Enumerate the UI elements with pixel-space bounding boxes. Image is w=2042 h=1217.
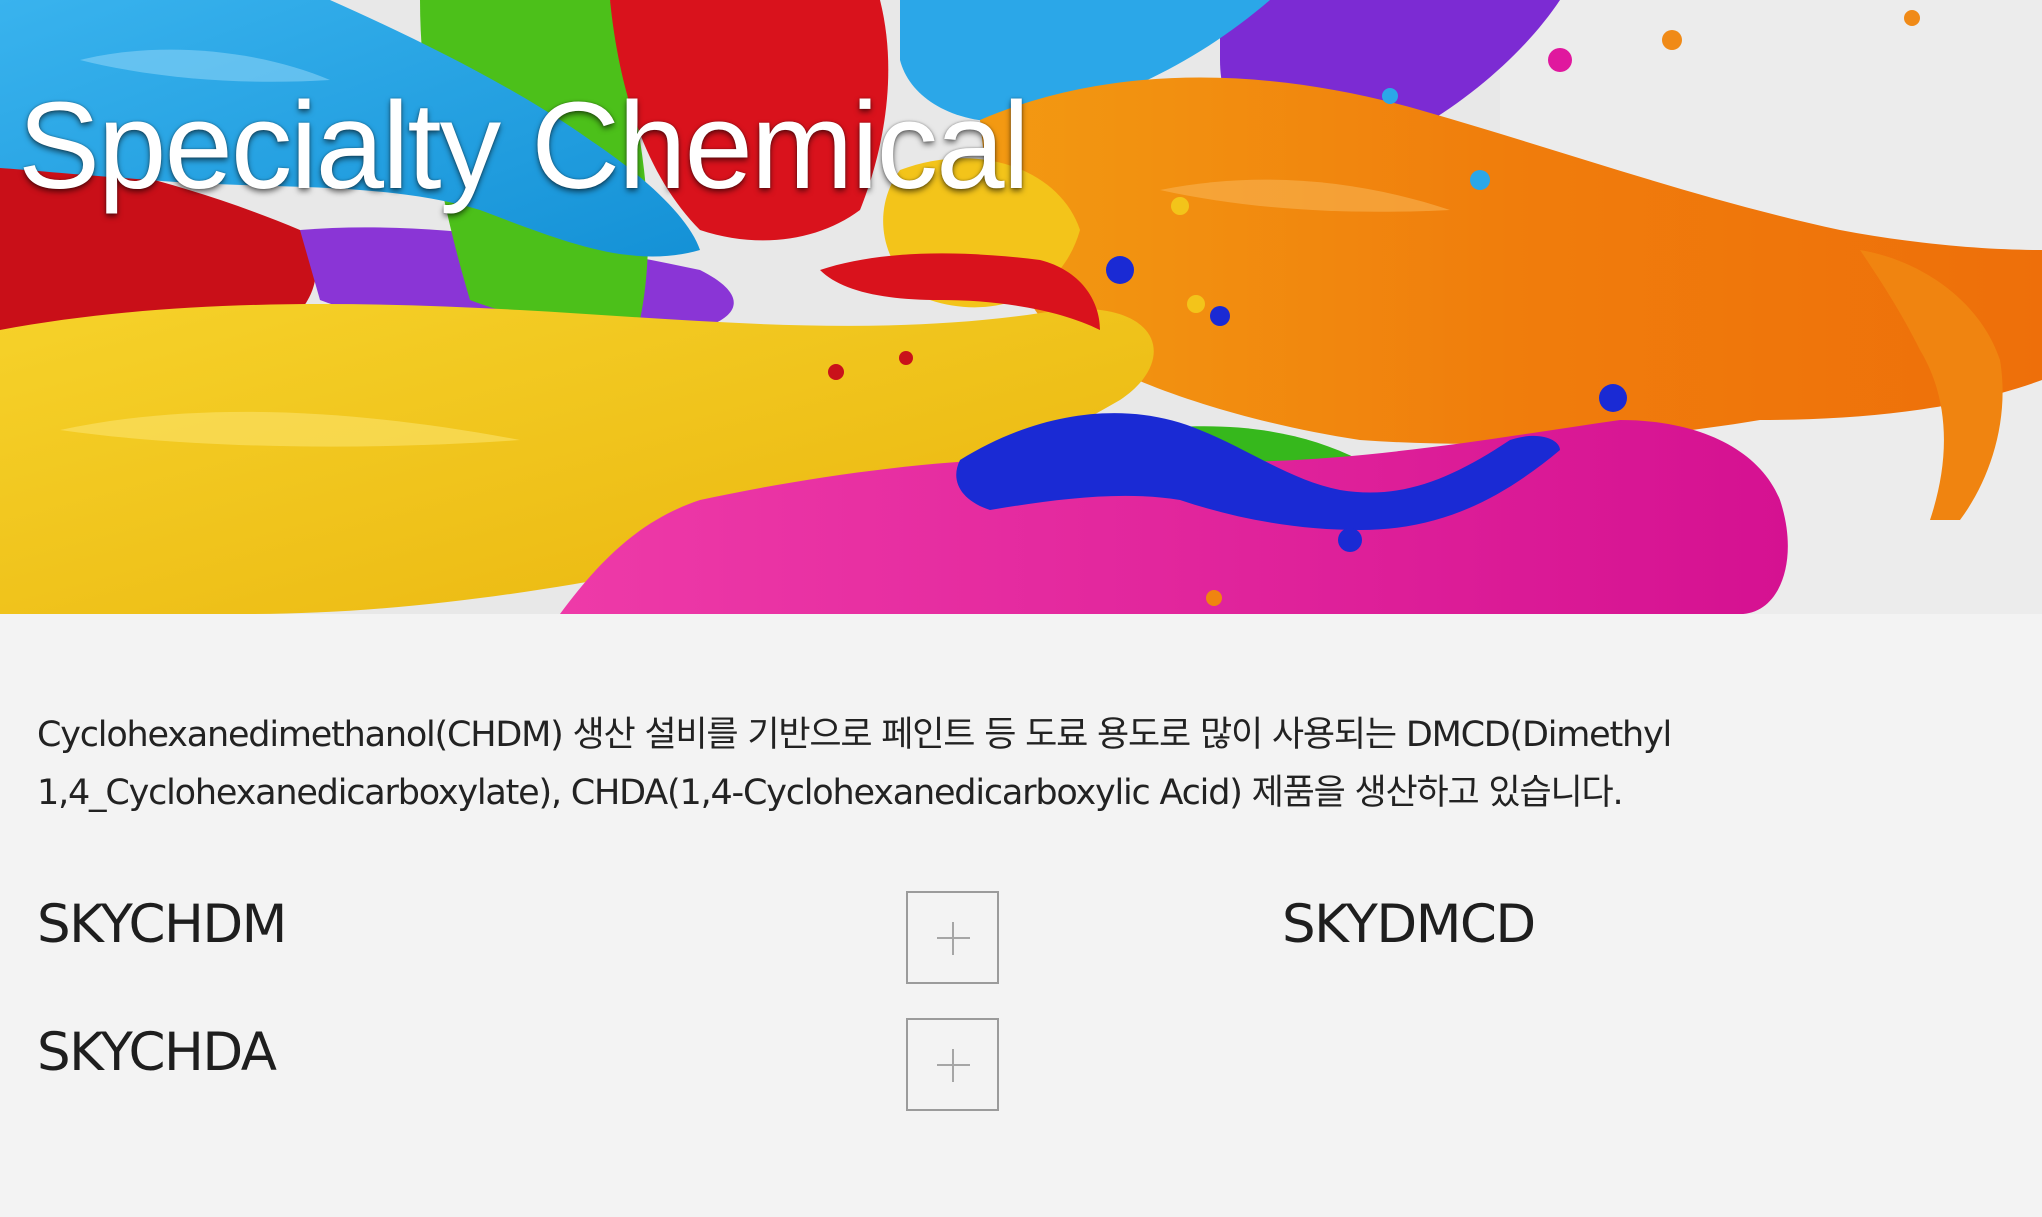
product-name-skydmcd: SKYDMCD bbox=[1282, 894, 1536, 955]
intro-description: Cyclohexanedimethanol(CHDM) 생산 설비를 기반으로 … bbox=[37, 706, 1937, 822]
intro-line-1: Cyclohexanedimethanol(CHDM) 생산 설비를 기반으로 … bbox=[37, 715, 1672, 755]
product-name-skychda: SKYCHDA bbox=[37, 1022, 277, 1083]
main-content: Cyclohexanedimethanol(CHDM) 생산 설비를 기반으로 … bbox=[0, 614, 2042, 1217]
plus-icon bbox=[937, 1049, 970, 1082]
expand-button-skychdm[interactable] bbox=[906, 891, 999, 984]
page-title: Specialty Chemical bbox=[18, 78, 1030, 215]
product-name-skychdm: SKYCHDM bbox=[37, 894, 287, 955]
plus-icon bbox=[937, 922, 970, 955]
expand-button-skychda[interactable] bbox=[906, 1018, 999, 1111]
intro-line-2: 1,4_Cyclohexanedicarboxylate), CHDA(1,4-… bbox=[37, 773, 1624, 813]
hero-banner: Specialty Chemical bbox=[0, 0, 2042, 614]
